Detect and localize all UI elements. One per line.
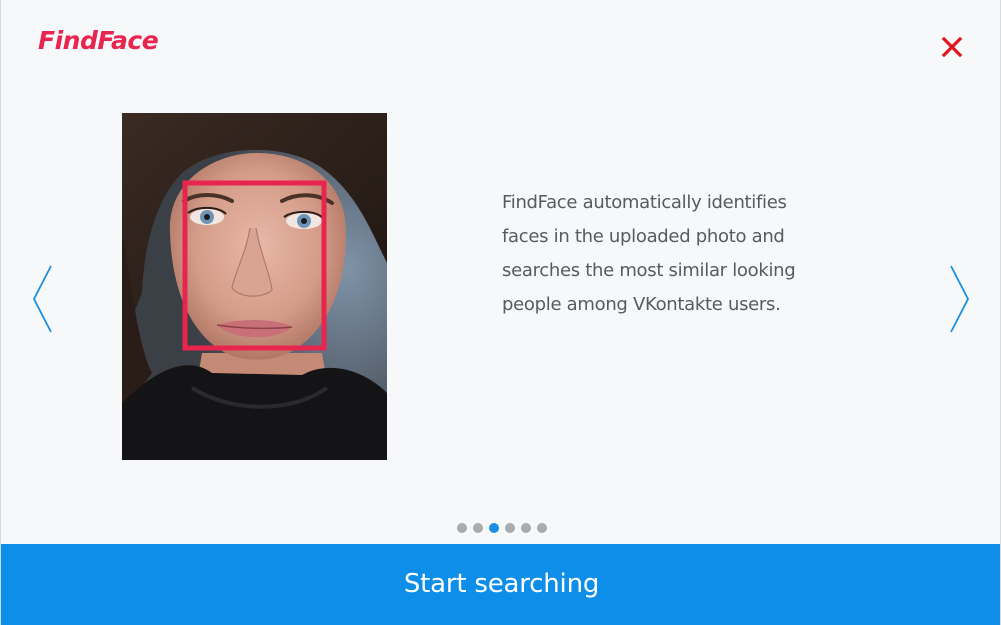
pagination-dot-active[interactable] xyxy=(489,523,499,533)
face-photo xyxy=(122,113,387,460)
close-icon xyxy=(941,36,963,58)
next-slide-button[interactable] xyxy=(947,263,971,335)
findface-intro-dialog: FindFace FindFace automatically identifi… xyxy=(0,0,1001,625)
pagination-dots xyxy=(457,523,547,533)
findface-logo: FindFace xyxy=(38,26,159,55)
pagination-dot[interactable] xyxy=(473,523,483,533)
chevron-right-icon xyxy=(950,265,970,333)
pagination-dot[interactable] xyxy=(537,523,547,533)
slide-description: FindFace automatically identifies faces … xyxy=(502,192,796,315)
previous-slide-button[interactable] xyxy=(31,263,55,335)
start-searching-button[interactable]: Start searching xyxy=(1,544,1000,625)
close-button[interactable] xyxy=(938,33,966,61)
pagination-dot[interactable] xyxy=(505,523,515,533)
pagination-dot[interactable] xyxy=(457,523,467,533)
pagination-dot[interactable] xyxy=(521,523,531,533)
chevron-left-icon xyxy=(32,265,52,333)
